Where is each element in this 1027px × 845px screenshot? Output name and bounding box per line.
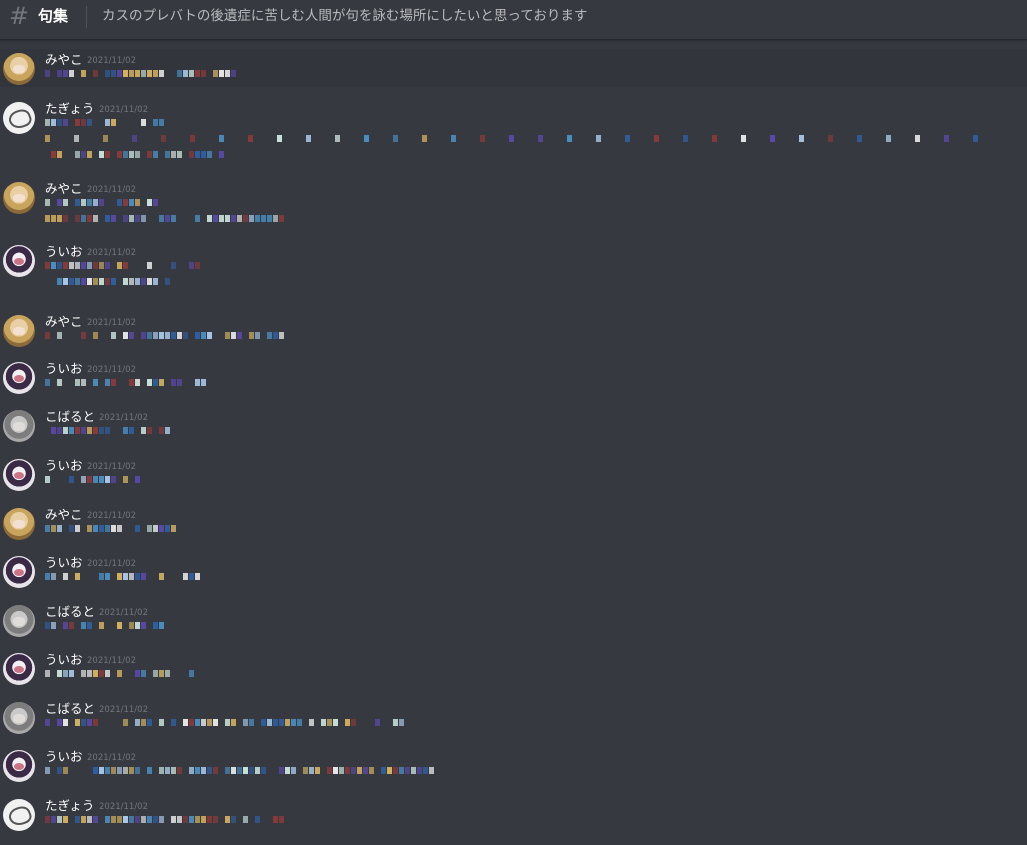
pixelated-message-text bbox=[45, 670, 195, 678]
message-timestamp: 2021/11/02 bbox=[87, 56, 136, 66]
pixelated-message-text bbox=[45, 573, 200, 581]
message-timestamp: 2021/11/02 bbox=[99, 105, 148, 115]
koharuto-avatar[interactable] bbox=[3, 702, 35, 734]
message-timestamp: 2021/11/02 bbox=[99, 608, 148, 618]
tagyou-avatar[interactable] bbox=[3, 102, 35, 134]
koharuto-avatar[interactable] bbox=[3, 410, 35, 442]
message-timestamp: 2021/11/02 bbox=[87, 753, 136, 763]
message-author[interactable]: こばると bbox=[45, 605, 95, 619]
pixelated-message-text bbox=[45, 262, 200, 270]
message-author[interactable]: たぎょう bbox=[45, 102, 94, 116]
message-item[interactable]: ういお 2021/11/02 bbox=[0, 358, 1027, 398]
message-item[interactable]: ういお 2021/11/02 bbox=[0, 552, 1027, 592]
message-item[interactable]: ういお 2021/11/02 bbox=[0, 241, 1027, 297]
channel-hash-icon: # bbox=[9, 2, 30, 30]
pixelated-message-text bbox=[45, 767, 434, 775]
tagyou-avatar[interactable] bbox=[3, 799, 35, 831]
message-author[interactable]: たぎょう bbox=[45, 799, 94, 813]
message-author[interactable]: みやこ bbox=[45, 182, 83, 196]
message-item[interactable]: たぎょう 2021/11/02 bbox=[0, 795, 1027, 835]
message-item[interactable]: たぎょう 2021/11/02 bbox=[0, 98, 1027, 168]
message-author[interactable]: みやこ bbox=[45, 53, 83, 67]
message-author[interactable]: ういお bbox=[45, 245, 83, 259]
miyako-avatar[interactable] bbox=[3, 508, 35, 540]
uio-avatar[interactable] bbox=[3, 653, 35, 685]
pixelated-message-text bbox=[45, 215, 290, 223]
message-item[interactable]: みやこ 2021/11/02 bbox=[0, 311, 1027, 351]
discord-channel-view: # 句集 カスのプレバトの後遺症に苦しむ人間が句を詠む場所にしたいと思っておりま… bbox=[0, 0, 1027, 845]
pixelated-message-text bbox=[45, 525, 176, 533]
channel-name[interactable]: 句集 bbox=[38, 7, 68, 25]
message-author[interactable]: こばると bbox=[45, 410, 95, 424]
miyako-avatar[interactable] bbox=[3, 53, 35, 85]
uio-avatar[interactable] bbox=[3, 245, 35, 277]
message-timestamp: 2021/11/02 bbox=[87, 318, 136, 328]
uio-avatar[interactable] bbox=[3, 459, 35, 491]
channel-header: # 句集 カスのプレバトの後遺症に苦しむ人間が句を詠む場所にしたいと思っておりま… bbox=[0, 0, 1027, 40]
message-timestamp: 2021/11/02 bbox=[87, 248, 136, 258]
message-author[interactable]: ういお bbox=[45, 459, 83, 473]
miyako-avatar[interactable] bbox=[3, 182, 35, 214]
message-author[interactable]: ういお bbox=[45, 653, 83, 667]
message-item[interactable]: ういお 2021/11/02 bbox=[0, 455, 1027, 495]
pixelated-message-text bbox=[45, 70, 236, 78]
message-item[interactable]: こばると 2021/11/02 bbox=[0, 698, 1027, 738]
message-item[interactable]: ういお 2021/11/02 bbox=[0, 746, 1027, 786]
message-author[interactable]: ういお bbox=[45, 362, 83, 376]
message-timestamp: 2021/11/02 bbox=[99, 705, 148, 715]
pixelated-message-text bbox=[45, 199, 165, 207]
miyako-avatar[interactable] bbox=[3, 315, 35, 347]
message-author[interactable]: ういお bbox=[45, 750, 83, 764]
message-author[interactable]: こばると bbox=[45, 702, 95, 716]
pixelated-message-text bbox=[45, 119, 165, 127]
message-item[interactable]: みやこ 2021/11/02 bbox=[0, 49, 1027, 87]
pixelated-message-text bbox=[45, 135, 995, 143]
pixelated-message-text bbox=[45, 151, 225, 159]
koharuto-avatar[interactable] bbox=[3, 605, 35, 637]
header-divider bbox=[86, 6, 87, 28]
pixelated-message-text bbox=[45, 427, 180, 435]
message-author[interactable]: みやこ bbox=[45, 508, 83, 522]
message-item[interactable]: こばると 2021/11/02 bbox=[0, 406, 1027, 446]
message-item[interactable]: みやこ 2021/11/02 bbox=[0, 178, 1027, 232]
message-item[interactable]: みやこ 2021/11/02 bbox=[0, 504, 1027, 544]
message-timestamp: 2021/11/02 bbox=[87, 365, 136, 375]
message-timestamp: 2021/11/02 bbox=[87, 656, 136, 666]
message-timestamp: 2021/11/02 bbox=[87, 185, 136, 195]
uio-avatar[interactable] bbox=[3, 362, 35, 394]
channel-topic[interactable]: カスのプレバトの後遺症に苦しむ人間が句を詠む場所にしたいと思っております bbox=[102, 8, 587, 24]
message-author[interactable]: ういお bbox=[45, 556, 83, 570]
pixelated-message-text bbox=[45, 816, 285, 824]
pixelated-message-text bbox=[45, 622, 165, 630]
message-timestamp: 2021/11/02 bbox=[87, 559, 136, 569]
message-item[interactable]: ういお 2021/11/02 bbox=[0, 649, 1027, 689]
message-author[interactable]: みやこ bbox=[45, 315, 83, 329]
pixelated-message-text bbox=[45, 476, 140, 484]
message-list[interactable]: みやこ 2021/11/02 たぎょう 2021/11/02 みやこ 2021/11/02… bbox=[0, 40, 1027, 845]
message-timestamp: 2021/11/02 bbox=[99, 413, 148, 423]
pixelated-message-text bbox=[45, 719, 405, 727]
pixelated-message-text bbox=[45, 379, 206, 387]
uio-avatar[interactable] bbox=[3, 556, 35, 588]
pixelated-message-text bbox=[57, 278, 170, 286]
message-timestamp: 2021/11/02 bbox=[87, 511, 136, 521]
pixelated-message-text bbox=[45, 332, 285, 340]
uio-avatar[interactable] bbox=[3, 750, 35, 782]
message-timestamp: 2021/11/02 bbox=[87, 462, 136, 472]
message-timestamp: 2021/11/02 bbox=[99, 802, 148, 812]
message-item[interactable]: こばると 2021/11/02 bbox=[0, 601, 1027, 641]
